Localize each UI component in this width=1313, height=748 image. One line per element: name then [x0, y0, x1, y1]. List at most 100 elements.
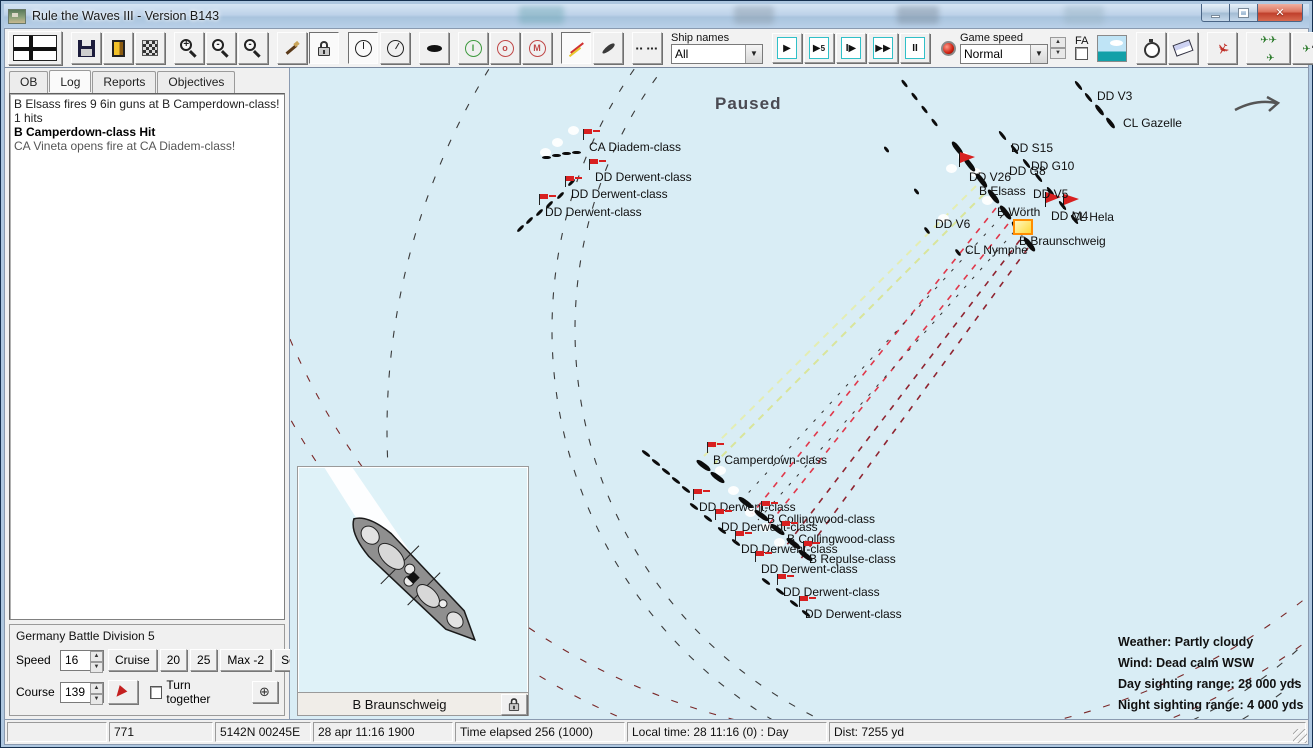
ship-names-dropdown[interactable]: All ▼ [671, 43, 763, 64]
chevron-down-icon[interactable]: ▼ [1030, 44, 1047, 63]
stopwatch-icon [1143, 39, 1161, 58]
torpedo-toggle-button[interactable] [593, 32, 623, 64]
maximize-button[interactable] [1230, 4, 1257, 22]
status-field: Dist: 7255 yd [829, 722, 1306, 742]
course-spinner[interactable]: ▲ ▼ [90, 682, 103, 705]
course-stepper[interactable]: 139 ▲ ▼ [60, 681, 104, 705]
ship-label[interactable]: CL Hela [1071, 210, 1114, 224]
range-circle-1-button[interactable] [348, 32, 378, 64]
save-button[interactable] [71, 32, 101, 64]
play-button[interactable]: ▶ [772, 33, 802, 63]
ship-label[interactable]: DD S15 [1011, 141, 1053, 155]
ship-label[interactable]: DD Derwent-class [799, 596, 902, 621]
game-speed-dropdown[interactable]: Normal ▼ [960, 43, 1048, 64]
ship-label[interactable]: DD Derwent-class [539, 194, 642, 219]
ship-names-group: Ship names All ▼ [671, 29, 763, 67]
erase-button[interactable] [1168, 32, 1199, 64]
ship-label[interactable]: DD Derwent-class [589, 159, 692, 184]
ship-label[interactable]: DD V5 [1033, 187, 1068, 201]
tactical-map[interactable]: Paused Weather: Partly cloudy Wind: Dead … [290, 68, 1309, 720]
gun-arcs-button[interactable] [277, 32, 307, 64]
title-bar[interactable]: Rule the Waves III - Version B143 ✕ [4, 4, 1309, 28]
zoom-out-button[interactable]: - [206, 32, 236, 64]
play-5-button[interactable]: ▶ 5 [804, 33, 834, 63]
ship-label[interactable]: CA Diadem-class [583, 129, 682, 154]
tab-reports[interactable]: Reports [92, 71, 157, 93]
turn-together-checkbox[interactable] [150, 685, 163, 699]
tab-log[interactable]: Log [49, 70, 92, 92]
nation-flag-button[interactable] [8, 31, 62, 65]
objective-circle-button[interactable]: o [490, 32, 520, 64]
ship-label[interactable]: DD V6 [935, 217, 970, 231]
speed-preset-cruise[interactable]: Cruise [108, 649, 157, 671]
ship-label[interactable]: DD V3 [1097, 89, 1132, 103]
panel-tabs: OB Log Reports Objectives [9, 70, 285, 93]
plane-gear-icon: ✈ [1302, 39, 1313, 57]
air-ops-button[interactable]: ✈ [1292, 32, 1313, 64]
ship-label[interactable]: DD V26 [969, 170, 1011, 184]
magnifier-plus-icon: + [179, 38, 199, 58]
ship-label[interactable]: DD Derwent-class [755, 551, 858, 576]
speed-preset-max-2[interactable]: Max -2 [220, 649, 272, 671]
stopwatch-button[interactable] [1136, 32, 1167, 64]
air-strike-button[interactable]: ✈ [1207, 32, 1238, 64]
log-line: B Elsass fires 9 6in guns at B Camperdow… [14, 97, 280, 125]
inset-lock-button[interactable] [501, 693, 527, 715]
ship-label[interactable]: CL Gazelle [1123, 116, 1182, 130]
minefield-circle-button[interactable]: M [522, 32, 552, 64]
enemy-flag-icon [589, 159, 606, 170]
set-course-button[interactable] [108, 680, 138, 704]
glass-smudge [734, 6, 774, 24]
gunfire-line [785, 239, 1021, 547]
zoom-out-full-button[interactable]: - [238, 32, 268, 64]
enemy-flag-icon [707, 442, 724, 453]
ship-inset: B Braunschweig [297, 466, 529, 716]
game-speed-spinner[interactable]: ▲ ▼ [1050, 37, 1066, 59]
info-circle-button[interactable]: I [458, 32, 488, 64]
smoke-puff [552, 138, 563, 147]
ship-label-text: CA Diadem-class [589, 140, 682, 154]
ship-label[interactable]: B Braunschweig [1019, 234, 1106, 248]
floppy-icon [77, 39, 95, 57]
ship-label[interactable]: CL Nymphe [965, 243, 1028, 257]
ship-marker[interactable] [562, 152, 571, 155]
tab-ob[interactable]: OB [9, 71, 49, 93]
chevron-down-icon[interactable]: ▼ [745, 44, 762, 63]
ship-marker[interactable] [552, 154, 561, 157]
speed-spinner[interactable]: ▲ ▼ [90, 650, 103, 673]
speed-preset-25[interactable]: 25 [190, 649, 218, 671]
pause-button[interactable]: II [900, 33, 930, 63]
ship-marker[interactable] [572, 151, 581, 154]
ship-label[interactable]: DD Derwent-class [565, 176, 668, 201]
app-window: Rule the Waves III - Version B143 ✕ + - … [0, 0, 1313, 748]
status-field: Local time: 28 11:16 (0) : Day [627, 722, 827, 742]
close-button[interactable]: ✕ [1257, 4, 1303, 22]
wake-trails-button[interactable]: ▪▪ ▪▪▪ [632, 32, 662, 64]
ship-label[interactable]: DD G8 [1009, 164, 1046, 178]
fire-lines-toggle-button[interactable] [561, 32, 591, 64]
ship-label-text: DD Derwent-class [783, 585, 880, 599]
center-on-ship-button[interactable]: ⊕ [252, 681, 278, 703]
minimize-button[interactable] [1201, 4, 1230, 22]
step-button[interactable]: I▶ [836, 33, 866, 63]
enemy-flag-icon [799, 596, 816, 607]
lock-view-button[interactable] [309, 32, 339, 64]
resize-grip[interactable] [1293, 729, 1307, 743]
ship-shape-button[interactable] [419, 32, 449, 64]
exit-button[interactable] [103, 32, 133, 64]
zoom-in-button[interactable]: + [174, 32, 204, 64]
ship-marker[interactable] [542, 156, 551, 159]
range-circle-2-button[interactable] [380, 32, 410, 64]
ship-label[interactable]: B Wörth [997, 205, 1040, 219]
ship-label[interactable]: B Camperdown-class [707, 442, 827, 467]
fast-forward-button[interactable]: ▶▶ [868, 33, 898, 63]
battle-log[interactable]: B Elsass fires 9 6in guns at B Camperdow… [9, 93, 285, 620]
map-options-button[interactable] [135, 32, 165, 64]
fa-checkbox[interactable] [1075, 47, 1089, 60]
air-formation-button[interactable]: ✈✈ ✈ [1246, 32, 1291, 64]
ship-label[interactable]: B Elsass [979, 184, 1026, 198]
speed-stepper[interactable]: 16 ▲ ▼ [60, 649, 104, 673]
tab-objectives[interactable]: Objectives [157, 71, 236, 93]
ship-label[interactable]: DD Derwent-class [777, 574, 880, 599]
speed-preset-20[interactable]: 20 [159, 649, 188, 671]
